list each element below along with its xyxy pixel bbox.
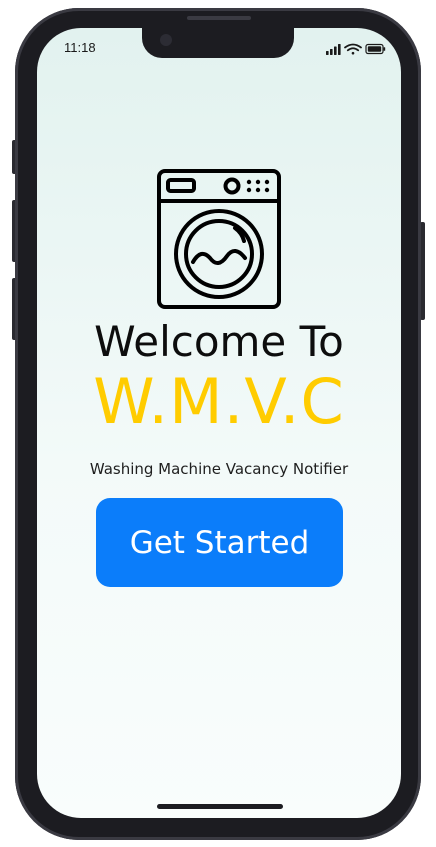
speaker-grille — [187, 16, 251, 20]
front-camera — [160, 34, 172, 46]
home-indicator[interactable] — [157, 804, 283, 809]
signal-icon — [326, 44, 341, 55]
get-started-button[interactable]: Get Started — [96, 498, 343, 587]
brand-title: W.M.V.C — [93, 365, 345, 438]
welcome-heading: Welcome To — [94, 317, 344, 366]
phone-mockup: 11:18 Welcome To W.M.V.C Washing Machine… — [0, 0, 436, 847]
battery-icon — [365, 43, 386, 55]
notch — [142, 28, 294, 58]
status-time: 11:18 — [64, 40, 96, 55]
app-tagline: Washing Machine Vacancy Notifier — [89, 460, 349, 478]
status-icons — [326, 43, 386, 55]
washing-machine-icon — [157, 169, 281, 309]
wifi-icon — [344, 43, 362, 55]
